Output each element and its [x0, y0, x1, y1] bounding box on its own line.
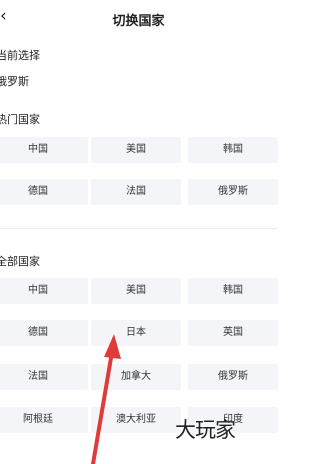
annotation-arrow-head [104, 334, 121, 359]
annotation-arrow-shaft [91, 350, 114, 464]
annotation-arrow [91, 334, 121, 464]
watermark: 大玩家 [175, 418, 236, 442]
